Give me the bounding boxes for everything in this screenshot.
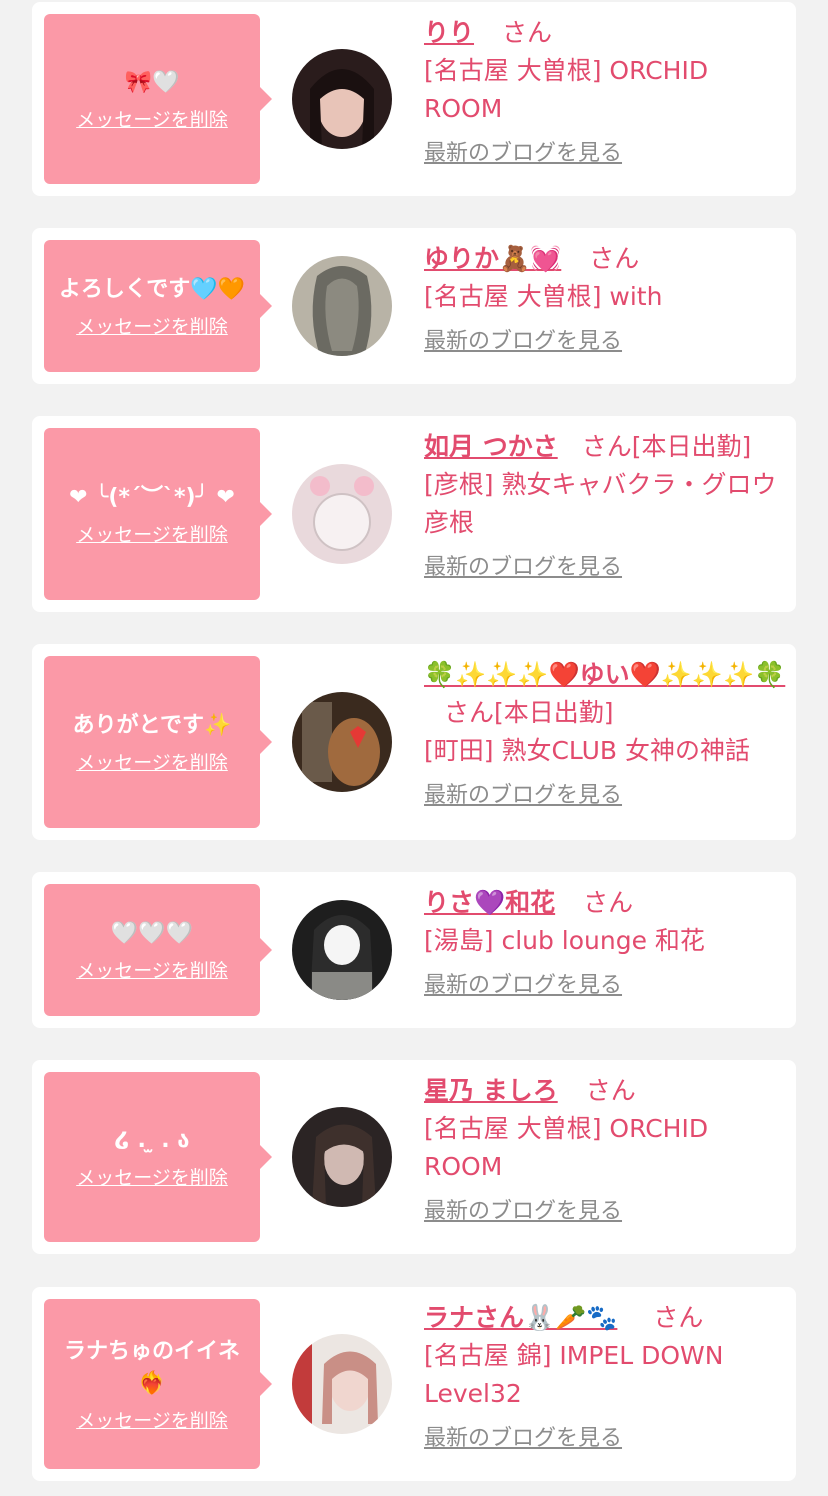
cast-name-link[interactable]: ラナさん🐰🥕🐾 bbox=[424, 1303, 617, 1332]
latest-blog-link[interactable]: 最新のブログを見る bbox=[424, 1423, 622, 1455]
delete-message-link[interactable]: メッセージを削除 bbox=[76, 748, 228, 775]
message-bubble: 🤍🤍🤍 メッセージを削除 bbox=[44, 884, 272, 1016]
shop-label: [名古屋 大曽根] ORCHID ROOM bbox=[424, 1114, 709, 1181]
delete-message-link[interactable]: メッセージを削除 bbox=[76, 1163, 228, 1190]
latest-blog-link[interactable]: 最新のブログを見る bbox=[424, 780, 622, 812]
delete-message-link[interactable]: メッセージを削除 bbox=[76, 520, 228, 547]
message-bubble: よろしくです🩵🧡 メッセージを削除 bbox=[44, 240, 272, 372]
message-card: ラナちゅのイイネ❤️‍🔥 メッセージを削除 ラナさん🐰🥕🐾 さん [名古屋 錦] … bbox=[32, 1287, 796, 1481]
shop-label: [町田] 熟女CLUB 女神の神話 bbox=[424, 736, 750, 765]
latest-blog-link[interactable]: 最新のブログを見る bbox=[424, 138, 622, 170]
avatar[interactable] bbox=[292, 256, 392, 356]
honorific: さん bbox=[653, 1303, 704, 1332]
message-text: ラナちゅのイイネ❤️‍🔥 bbox=[63, 1338, 240, 1396]
honorific: さん bbox=[589, 244, 640, 273]
delete-message-link[interactable]: メッセージを削除 bbox=[76, 312, 228, 339]
message-bubble: ❤︎ ╰(*´︶`*)╯ ❤︎ メッセージを削除 bbox=[44, 428, 272, 600]
shop-label: [湯島] club lounge 和花 bbox=[424, 926, 705, 955]
latest-blog-link[interactable]: 最新のブログを見る bbox=[424, 970, 622, 1002]
message-text: 🎀🤍 bbox=[124, 69, 180, 95]
message-text: ໒ . ̫ . ა bbox=[114, 1127, 190, 1153]
avatar[interactable] bbox=[292, 1107, 392, 1207]
message-bubble: ラナちゅのイイネ❤️‍🔥 メッセージを削除 bbox=[44, 1299, 272, 1469]
avatar[interactable] bbox=[292, 1334, 392, 1434]
message-text: ありがとです✨ bbox=[72, 712, 232, 738]
honorific: さん bbox=[585, 1076, 636, 1105]
cast-name-link[interactable]: りさ💜和花 bbox=[424, 888, 555, 917]
shop-label: [彦根] 熟女キャバクラ・グロウ彦根 bbox=[424, 470, 777, 537]
avatar[interactable] bbox=[292, 49, 392, 149]
message-card: ありがとです✨ メッセージを削除 🍀✨✨✨❤️ゆい❤️✨✨✨🍀 さん[本日出勤] … bbox=[32, 644, 796, 840]
cast-name-link[interactable]: 星乃 ましろ bbox=[424, 1076, 558, 1105]
message-text: よろしくです🩵🧡 bbox=[58, 276, 246, 302]
message-bubble: ありがとです✨ メッセージを削除 bbox=[44, 656, 272, 828]
latest-blog-link[interactable]: 最新のブログを見る bbox=[424, 552, 622, 584]
cast-info: ラナさん🐰🥕🐾 さん [名古屋 錦] IMPEL DOWN Level32 最新の… bbox=[424, 1299, 788, 1455]
cast-name-link[interactable]: りり bbox=[424, 18, 474, 47]
delete-message-link[interactable]: メッセージを削除 bbox=[76, 1406, 228, 1433]
cast-info: 🍀✨✨✨❤️ゆい❤️✨✨✨🍀 さん[本日出勤] [町田] 熟女CLUB 女神の神話… bbox=[424, 656, 788, 812]
cast-name-link[interactable]: 🍀✨✨✨❤️ゆい❤️✨✨✨🍀 bbox=[424, 660, 785, 689]
cast-info: りさ💜和花 さん [湯島] club lounge 和花 最新のブログを見る bbox=[424, 884, 788, 1002]
honorific: さん bbox=[502, 18, 553, 47]
message-list: 🎀🤍 メッセージを削除 りり さん [名古屋 大曽根] ORCHID ROOM 最… bbox=[0, 0, 828, 1496]
message-bubble: 🎀🤍 メッセージを削除 bbox=[44, 14, 272, 184]
message-card: ໒ . ̫ . ა メッセージを削除 星乃 ましろ さん [名古屋 大曽根] OR… bbox=[32, 1060, 796, 1254]
shop-label: [名古屋 大曽根] ORCHID ROOM bbox=[424, 56, 709, 123]
message-text: 🤍🤍🤍 bbox=[110, 920, 194, 946]
avatar[interactable] bbox=[292, 900, 392, 1000]
latest-blog-link[interactable]: 最新のブログを見る bbox=[424, 326, 622, 358]
cast-info: 星乃 ましろ さん [名古屋 大曽根] ORCHID ROOM 最新のブログを見る bbox=[424, 1072, 788, 1228]
message-bubble: ໒ . ̫ . ა メッセージを削除 bbox=[44, 1072, 272, 1242]
latest-blog-link[interactable]: 最新のブログを見る bbox=[424, 1196, 622, 1228]
honorific: さん bbox=[583, 888, 634, 917]
shop-label: [名古屋 大曽根] with bbox=[424, 282, 663, 311]
message-card: よろしくです🩵🧡 メッセージを削除 ゆりか🧸💓 さん [名古屋 大曽根] with… bbox=[32, 228, 796, 384]
cast-info: りり さん [名古屋 大曽根] ORCHID ROOM 最新のブログを見る bbox=[424, 14, 788, 170]
message-card: 🤍🤍🤍 メッセージを削除 りさ💜和花 さん [湯島] club lounge 和花… bbox=[32, 872, 796, 1028]
shop-label: [名古屋 錦] IMPEL DOWN Level32 bbox=[424, 1341, 724, 1408]
message-text: ❤︎ ╰(*´︶`*)╯ ❤︎ bbox=[69, 484, 235, 510]
cast-info: ゆりか🧸💓 さん [名古屋 大曽根] with 最新のブログを見る bbox=[424, 240, 788, 358]
cast-name-link[interactable]: ゆりか🧸💓 bbox=[424, 244, 561, 273]
avatar[interactable] bbox=[292, 464, 392, 564]
delete-message-link[interactable]: メッセージを削除 bbox=[76, 956, 228, 983]
delete-message-link[interactable]: メッセージを削除 bbox=[76, 105, 228, 132]
honorific: さん[本日出勤] bbox=[444, 698, 614, 727]
cast-info: 如月 つかさ さん[本日出勤] [彦根] 熟女キャバクラ・グロウ彦根 最新のブログ… bbox=[424, 428, 788, 584]
message-card: 🎀🤍 メッセージを削除 りり さん [名古屋 大曽根] ORCHID ROOM 最… bbox=[32, 2, 796, 196]
cast-name-link[interactable]: 如月 つかさ bbox=[424, 432, 558, 461]
message-card: ❤︎ ╰(*´︶`*)╯ ❤︎ メッセージを削除 如月 つかさ さん[本日出勤] … bbox=[32, 416, 796, 612]
honorific: さん[本日出勤] bbox=[581, 432, 752, 461]
avatar[interactable] bbox=[292, 692, 392, 792]
